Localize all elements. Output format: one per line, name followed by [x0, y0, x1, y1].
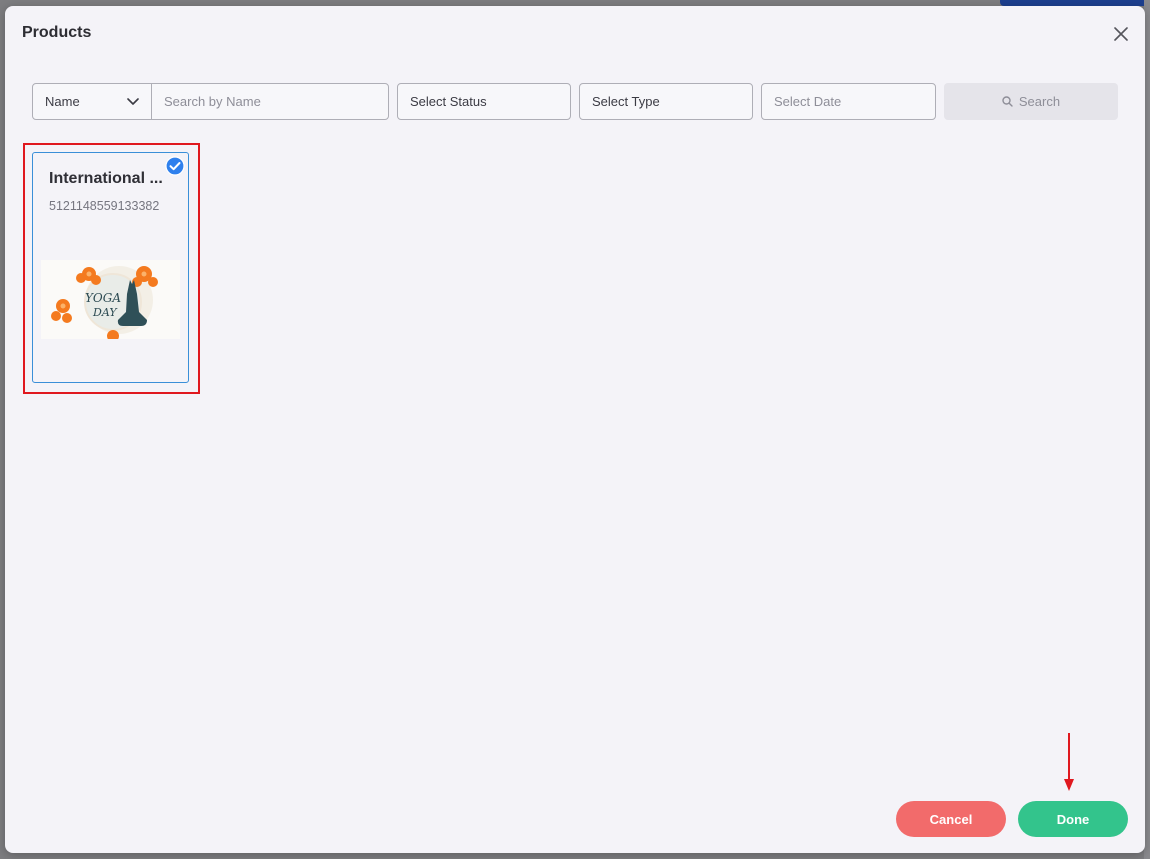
name-filter-select[interactable]: Name: [32, 83, 152, 120]
product-card[interactable]: International ... 5121148559133382 YOGA …: [32, 152, 189, 383]
svg-text:YOGA: YOGA: [85, 291, 121, 305]
arrow-down-icon: [1064, 733, 1074, 791]
products-modal: Products Name Search by Name Select Stat…: [5, 6, 1145, 853]
filter-bar: Name Search by Name Select Status Select…: [32, 83, 1118, 120]
status-select[interactable]: Select Status: [397, 83, 571, 120]
search-input-placeholder: Search by Name: [164, 94, 261, 109]
product-image: YOGA DAY: [41, 260, 180, 342]
chevron-down-icon: [127, 97, 139, 105]
type-select-placeholder: Select Type: [592, 94, 660, 109]
search-button-label: Search: [1018, 94, 1061, 109]
name-filter-value: Name: [45, 94, 80, 109]
close-button[interactable]: [1111, 24, 1131, 44]
type-select[interactable]: Select Type: [579, 83, 753, 120]
date-field-placeholder: Select Date: [774, 94, 842, 109]
date-field[interactable]: Select Date: [761, 83, 936, 120]
search-button[interactable]: Search: [944, 83, 1118, 120]
svg-text:DAY: DAY: [92, 306, 118, 319]
product-title: International ...: [49, 170, 163, 187]
cancel-button[interactable]: Cancel: [896, 801, 1006, 837]
search-icon: [1002, 96, 1013, 107]
done-button[interactable]: Done: [1018, 801, 1128, 837]
close-icon: [1114, 27, 1128, 41]
status-select-placeholder: Select Status: [410, 94, 487, 109]
product-id: 5121148559133382: [49, 199, 160, 213]
yoga-day-image: YOGA DAY: [41, 260, 180, 342]
modal-title: Products: [22, 24, 92, 41]
search-input[interactable]: Search by Name: [151, 83, 389, 120]
check-circle-icon[interactable]: [165, 156, 185, 176]
